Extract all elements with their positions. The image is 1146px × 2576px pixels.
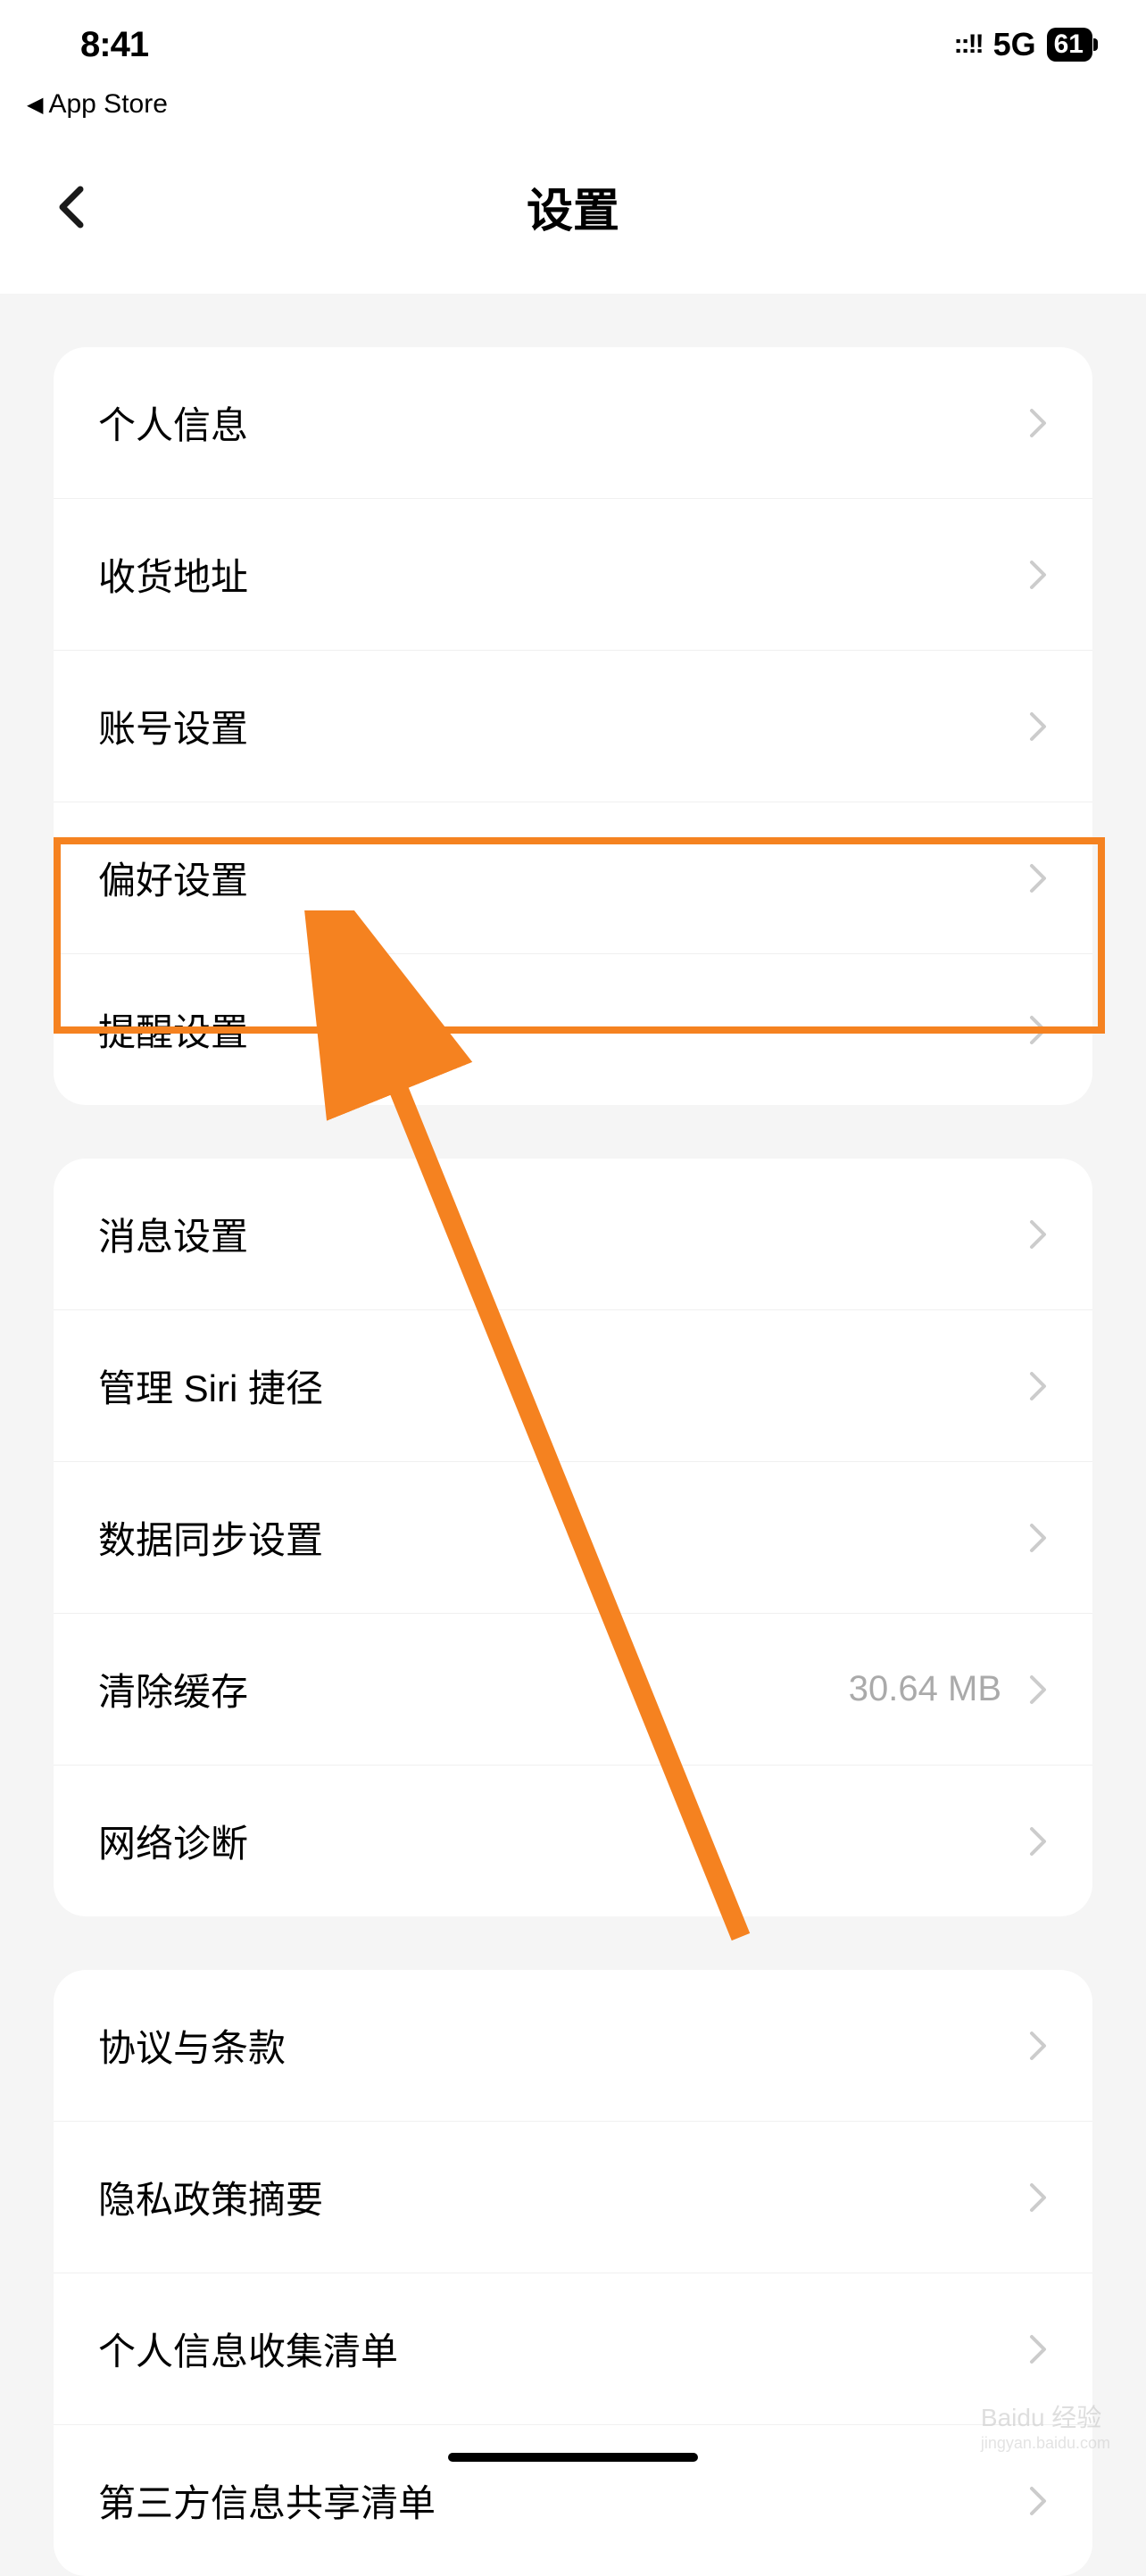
- chevron-right-icon: [1028, 407, 1048, 439]
- home-indicator[interactable]: [448, 2453, 698, 2462]
- settings-section-3: 协议与条款 隐私政策摘要 个人信息收集清单 第三方信息共享清单: [54, 1970, 1092, 2576]
- chevron-right-icon: [1028, 710, 1048, 743]
- status-time: 8:41: [80, 25, 148, 65]
- row-label: 账号设置: [98, 699, 248, 753]
- watermark-main: Baidu 经验: [981, 2398, 1110, 2434]
- chevron-right-icon: [1028, 1825, 1048, 1857]
- row-label: 隐私政策摘要: [98, 2170, 323, 2224]
- back-to-app-button[interactable]: ◀ App Store: [0, 89, 1146, 146]
- page-title: 设置: [45, 173, 1101, 240]
- row-label: 网络诊断: [98, 1814, 248, 1868]
- row-siri-shortcuts[interactable]: 管理 Siri 捷径: [54, 1310, 1092, 1462]
- watermark-sub: jingyan.baidu.com: [981, 2434, 1110, 2453]
- settings-section-2: 消息设置 管理 Siri 捷径 数据同步设置 清除缓存 30.64 MB: [54, 1159, 1092, 1916]
- back-app-label: App Store: [48, 89, 167, 120]
- chevron-right-icon: [1028, 1674, 1048, 1706]
- row-reminder-settings[interactable]: 提醒设置: [54, 954, 1092, 1105]
- cache-size-value: 30.64 MB: [849, 1669, 1001, 1709]
- row-label: 收货地址: [98, 547, 248, 602]
- row-account-settings[interactable]: 账号设置: [54, 651, 1092, 802]
- battery-level: 61: [1054, 29, 1084, 60]
- row-label: 偏好设置: [98, 851, 248, 905]
- row-third-party-sharing[interactable]: 第三方信息共享清单: [54, 2425, 1092, 2576]
- row-message-settings[interactable]: 消息设置: [54, 1159, 1092, 1310]
- status-bar: 8:41 ::!! 5G 61: [0, 0, 1146, 89]
- chevron-right-icon: [1028, 2485, 1048, 2517]
- chevron-right-icon: [1028, 2030, 1048, 2062]
- network-type: 5G: [993, 26, 1036, 63]
- back-button[interactable]: [54, 185, 89, 229]
- row-data-sync-settings[interactable]: 数据同步设置: [54, 1462, 1092, 1614]
- row-label: 提醒设置: [98, 1002, 248, 1057]
- chevron-right-icon: [1028, 559, 1048, 591]
- back-triangle-icon: ◀: [27, 92, 43, 118]
- status-right: ::!! 5G 61: [954, 26, 1092, 63]
- row-privacy-summary[interactable]: 隐私政策摘要: [54, 2122, 1092, 2273]
- chevron-right-icon: [1028, 1014, 1048, 1046]
- row-label: 数据同步设置: [98, 1510, 323, 1565]
- battery-icon: 61: [1047, 28, 1092, 62]
- row-terms[interactable]: 协议与条款: [54, 1970, 1092, 2122]
- chevron-right-icon: [1028, 1522, 1048, 1554]
- row-preferences[interactable]: 偏好设置: [54, 802, 1092, 954]
- row-label: 协议与条款: [98, 2018, 286, 2073]
- row-network-diagnostics[interactable]: 网络诊断: [54, 1766, 1092, 1916]
- row-label: 第三方信息共享清单: [98, 2473, 436, 2528]
- row-label: 清除缓存: [98, 1662, 248, 1716]
- chevron-right-icon: [1028, 2181, 1048, 2214]
- chevron-right-icon: [1028, 862, 1048, 894]
- row-personal-info[interactable]: 个人信息: [54, 347, 1092, 499]
- signal-icon: ::!!: [954, 29, 983, 60]
- row-label: 个人信息: [98, 395, 248, 450]
- row-personal-info-list[interactable]: 个人信息收集清单: [54, 2273, 1092, 2425]
- chevron-right-icon: [1028, 2333, 1048, 2365]
- row-label: 消息设置: [98, 1207, 248, 1261]
- content: 个人信息 收货地址 账号设置 偏好设置 提醒设置: [0, 294, 1146, 2576]
- chevron-right-icon: [1028, 1370, 1048, 1402]
- row-shipping-address[interactable]: 收货地址: [54, 499, 1092, 651]
- row-label: 个人信息收集清单: [98, 2322, 398, 2376]
- nav-header: 设置: [0, 146, 1146, 294]
- chevron-right-icon: [1028, 1218, 1048, 1251]
- watermark: Baidu 经验 jingyan.baidu.com: [981, 2398, 1110, 2453]
- settings-section-1: 个人信息 收货地址 账号设置 偏好设置 提醒设置: [54, 347, 1092, 1105]
- row-clear-cache[interactable]: 清除缓存 30.64 MB: [54, 1614, 1092, 1766]
- row-label: 管理 Siri 捷径: [98, 1359, 323, 1413]
